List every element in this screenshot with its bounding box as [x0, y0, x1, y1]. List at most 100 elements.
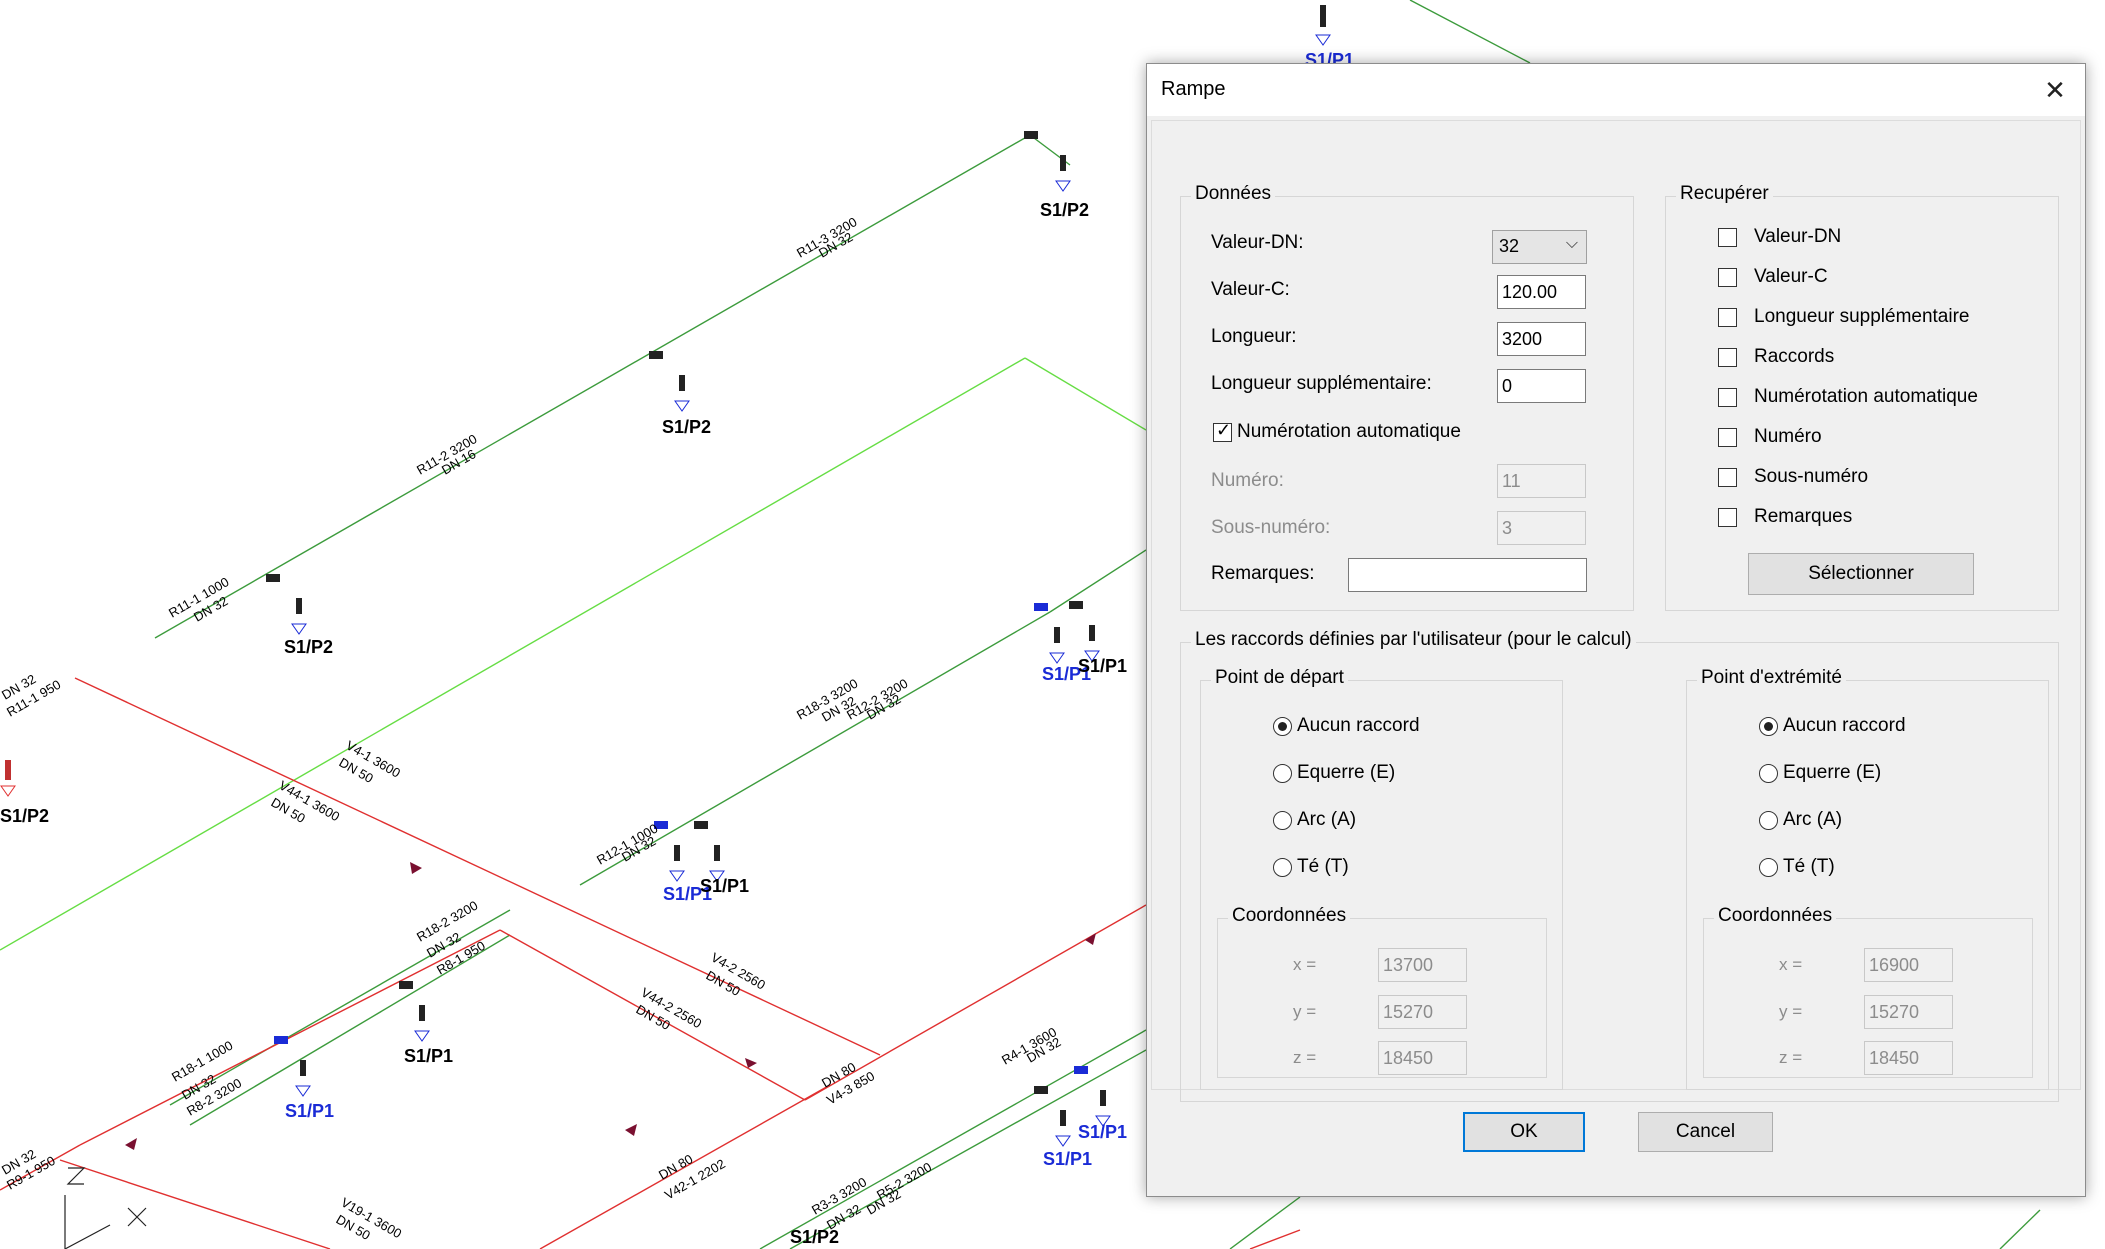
ok-button[interactable]: OK [1463, 1112, 1585, 1152]
extremite-y-input [1864, 995, 1953, 1029]
extremite-x-input [1864, 948, 1953, 982]
c-input[interactable] [1497, 275, 1586, 309]
recuperer-group: Recupérer Valeur-DN Valeur-C Longueur su… [1665, 183, 2059, 611]
rampe-dialog: Rampe ✕ Données Valeur-DN: 32 ⌵ Valeur-C… [1146, 63, 2086, 1197]
depart-label-arc: Arc (A) [1297, 809, 1357, 830]
svg-text:S1/P1: S1/P1 [404, 1046, 453, 1066]
cancel-button[interactable]: Cancel [1638, 1112, 1773, 1152]
dialog-title: Rampe [1161, 78, 1226, 100]
auto-numbering-checkbox[interactable]: ✓ [1213, 420, 1232, 442]
select-button[interactable]: Sélectionner [1748, 553, 1974, 595]
recuperer-label-supp: Longueur supplémentaire [1754, 306, 1970, 327]
extremite-group: Point d'extrémité Aucun raccord Equerre … [1686, 667, 2049, 1090]
extremite-z-label: z = [1779, 1048, 1803, 1067]
numero-label: Numéro: [1211, 470, 1284, 491]
radio-dot-icon [1278, 722, 1287, 731]
recuperer-label-numero: Numéro [1754, 426, 1822, 447]
pipe-network-red [0, 677, 1301, 1249]
depart-group: Point de départ Aucun raccord Equerre (E… [1200, 667, 1563, 1090]
extremite-label-arc: Arc (A) [1783, 809, 1843, 830]
extremite-radio-aucun[interactable] [1759, 717, 1778, 736]
sous-numero-input [1497, 511, 1586, 545]
pipe-network-lightgreen [0, 357, 1147, 951]
dn-select[interactable]: 32 ⌵ [1492, 230, 1587, 264]
depart-x-input [1378, 948, 1467, 982]
svg-text:S1/P2: S1/P2 [0, 806, 49, 826]
depart-radio-te[interactable] [1273, 858, 1292, 877]
auto-numbering-label: Numérotation automatique [1237, 421, 1461, 442]
depart-radio-arc[interactable] [1273, 811, 1292, 830]
numero-input [1497, 464, 1586, 498]
svg-text:R5-2 3200: R5-2 3200 [874, 1159, 934, 1202]
sprinkler-symbols [0, 5, 1331, 1147]
close-icon[interactable]: ✕ [2025, 64, 2085, 116]
recuperer-checkbox-supp[interactable] [1718, 308, 1737, 327]
depart-coord-group: Coordonnées x = y = z = [1217, 905, 1547, 1078]
depart-x-label: x = [1293, 955, 1317, 974]
recuperer-label-sous-numero: Sous-numéro [1754, 466, 1869, 487]
svg-text:S1/P1: S1/P1 [285, 1101, 334, 1121]
svg-text:S1/P1: S1/P1 [1078, 1122, 1127, 1142]
pipe-labels: R11-3 3200 DN 32 R11-2 3200 DN 16 R11-1 … [0, 214, 1063, 1243]
recuperer-label-raccords: Raccords [1754, 346, 1835, 367]
extremite-z-input [1864, 1041, 1953, 1075]
recuperer-checkbox-sous-numero[interactable] [1718, 468, 1737, 487]
svg-text:S1/P2: S1/P2 [284, 637, 333, 657]
svg-text:S1/P1: S1/P1 [700, 876, 749, 896]
extremite-coord-title: Coordonnées [1714, 905, 1837, 927]
depart-z-input [1378, 1041, 1467, 1075]
donnees-title: Données [1191, 183, 1276, 205]
extremite-coord-group: Coordonnées x = y = z = [1703, 905, 2033, 1078]
depart-radio-aucun[interactable] [1273, 717, 1292, 736]
depart-y-label: y = [1293, 1002, 1317, 1021]
depart-label-te: Té (T) [1297, 856, 1349, 877]
ucs-axis-icon [64, 1167, 147, 1249]
extremite-title: Point d'extrémité [1697, 667, 1846, 689]
depart-z-label: z = [1293, 1048, 1317, 1067]
extremite-label-te: Té (T) [1783, 856, 1835, 877]
remarques-label: Remarques: [1211, 563, 1315, 584]
svg-text:S1/P1: S1/P1 [1043, 1149, 1092, 1169]
dn-label: Valeur-DN: [1211, 232, 1304, 253]
extremite-label-equerre: Equerre (E) [1783, 762, 1882, 783]
depart-coord-title: Coordonnées [1228, 905, 1351, 927]
donnees-group: Données Valeur-DN: 32 ⌵ Valeur-C: Longue… [1180, 183, 1634, 611]
recuperer-label-dn: Valeur-DN [1754, 226, 1842, 247]
longueur-supp-label: Longueur supplémentaire: [1211, 373, 1432, 394]
depart-label-aucun: Aucun raccord [1297, 715, 1420, 736]
depart-y-input [1378, 995, 1467, 1029]
svg-text:S1/P2: S1/P2 [1040, 200, 1089, 220]
svg-text:S1/P2: S1/P2 [662, 417, 711, 437]
recuperer-checkbox-dn[interactable] [1718, 228, 1737, 247]
recuperer-checkbox-c[interactable] [1718, 268, 1737, 287]
dialog-titlebar[interactable]: Rampe ✕ [1147, 64, 2085, 116]
depart-radio-equerre[interactable] [1273, 764, 1292, 783]
depart-label-equerre: Equerre (E) [1297, 762, 1396, 783]
recuperer-checkbox-raccords[interactable] [1718, 348, 1737, 367]
recuperer-label-auto: Numérotation automatique [1754, 386, 1978, 407]
recuperer-checkbox-remarques[interactable] [1718, 508, 1737, 527]
remarques-input[interactable] [1348, 558, 1587, 592]
longueur-input[interactable] [1497, 322, 1586, 356]
recuperer-label-remarques: Remarques [1754, 506, 1853, 527]
radio-dot-icon [1764, 722, 1773, 731]
recuperer-checkbox-auto[interactable] [1718, 388, 1737, 407]
extremite-radio-equerre[interactable] [1759, 764, 1778, 783]
extremite-radio-arc[interactable] [1759, 811, 1778, 830]
extremite-y-label: y = [1779, 1002, 1803, 1021]
raccords-title: Les raccords définies par l'utilisateur … [1191, 629, 1636, 651]
chevron-down-icon: ⌵ [1565, 235, 1578, 252]
dialog-panel: Données Valeur-DN: 32 ⌵ Valeur-C: Longue… [1151, 120, 2081, 1102]
c-label: Valeur-C: [1211, 279, 1290, 300]
recuperer-title: Recupérer [1676, 183, 1773, 205]
longueur-supp-input[interactable] [1497, 369, 1586, 403]
depart-title: Point de départ [1211, 667, 1348, 689]
extremite-radio-te[interactable] [1759, 858, 1778, 877]
recuperer-checkbox-numero[interactable] [1718, 428, 1737, 447]
sous-numero-label: Sous-numéro: [1211, 517, 1331, 538]
longueur-label: Longueur: [1211, 326, 1297, 347]
flow-arrows [125, 862, 1096, 1150]
raccords-group: Les raccords définies par l'utilisateur … [1180, 629, 2059, 1102]
check-icon: ✓ [1216, 420, 1232, 440]
svg-text:S1/P1: S1/P1 [1078, 656, 1127, 676]
